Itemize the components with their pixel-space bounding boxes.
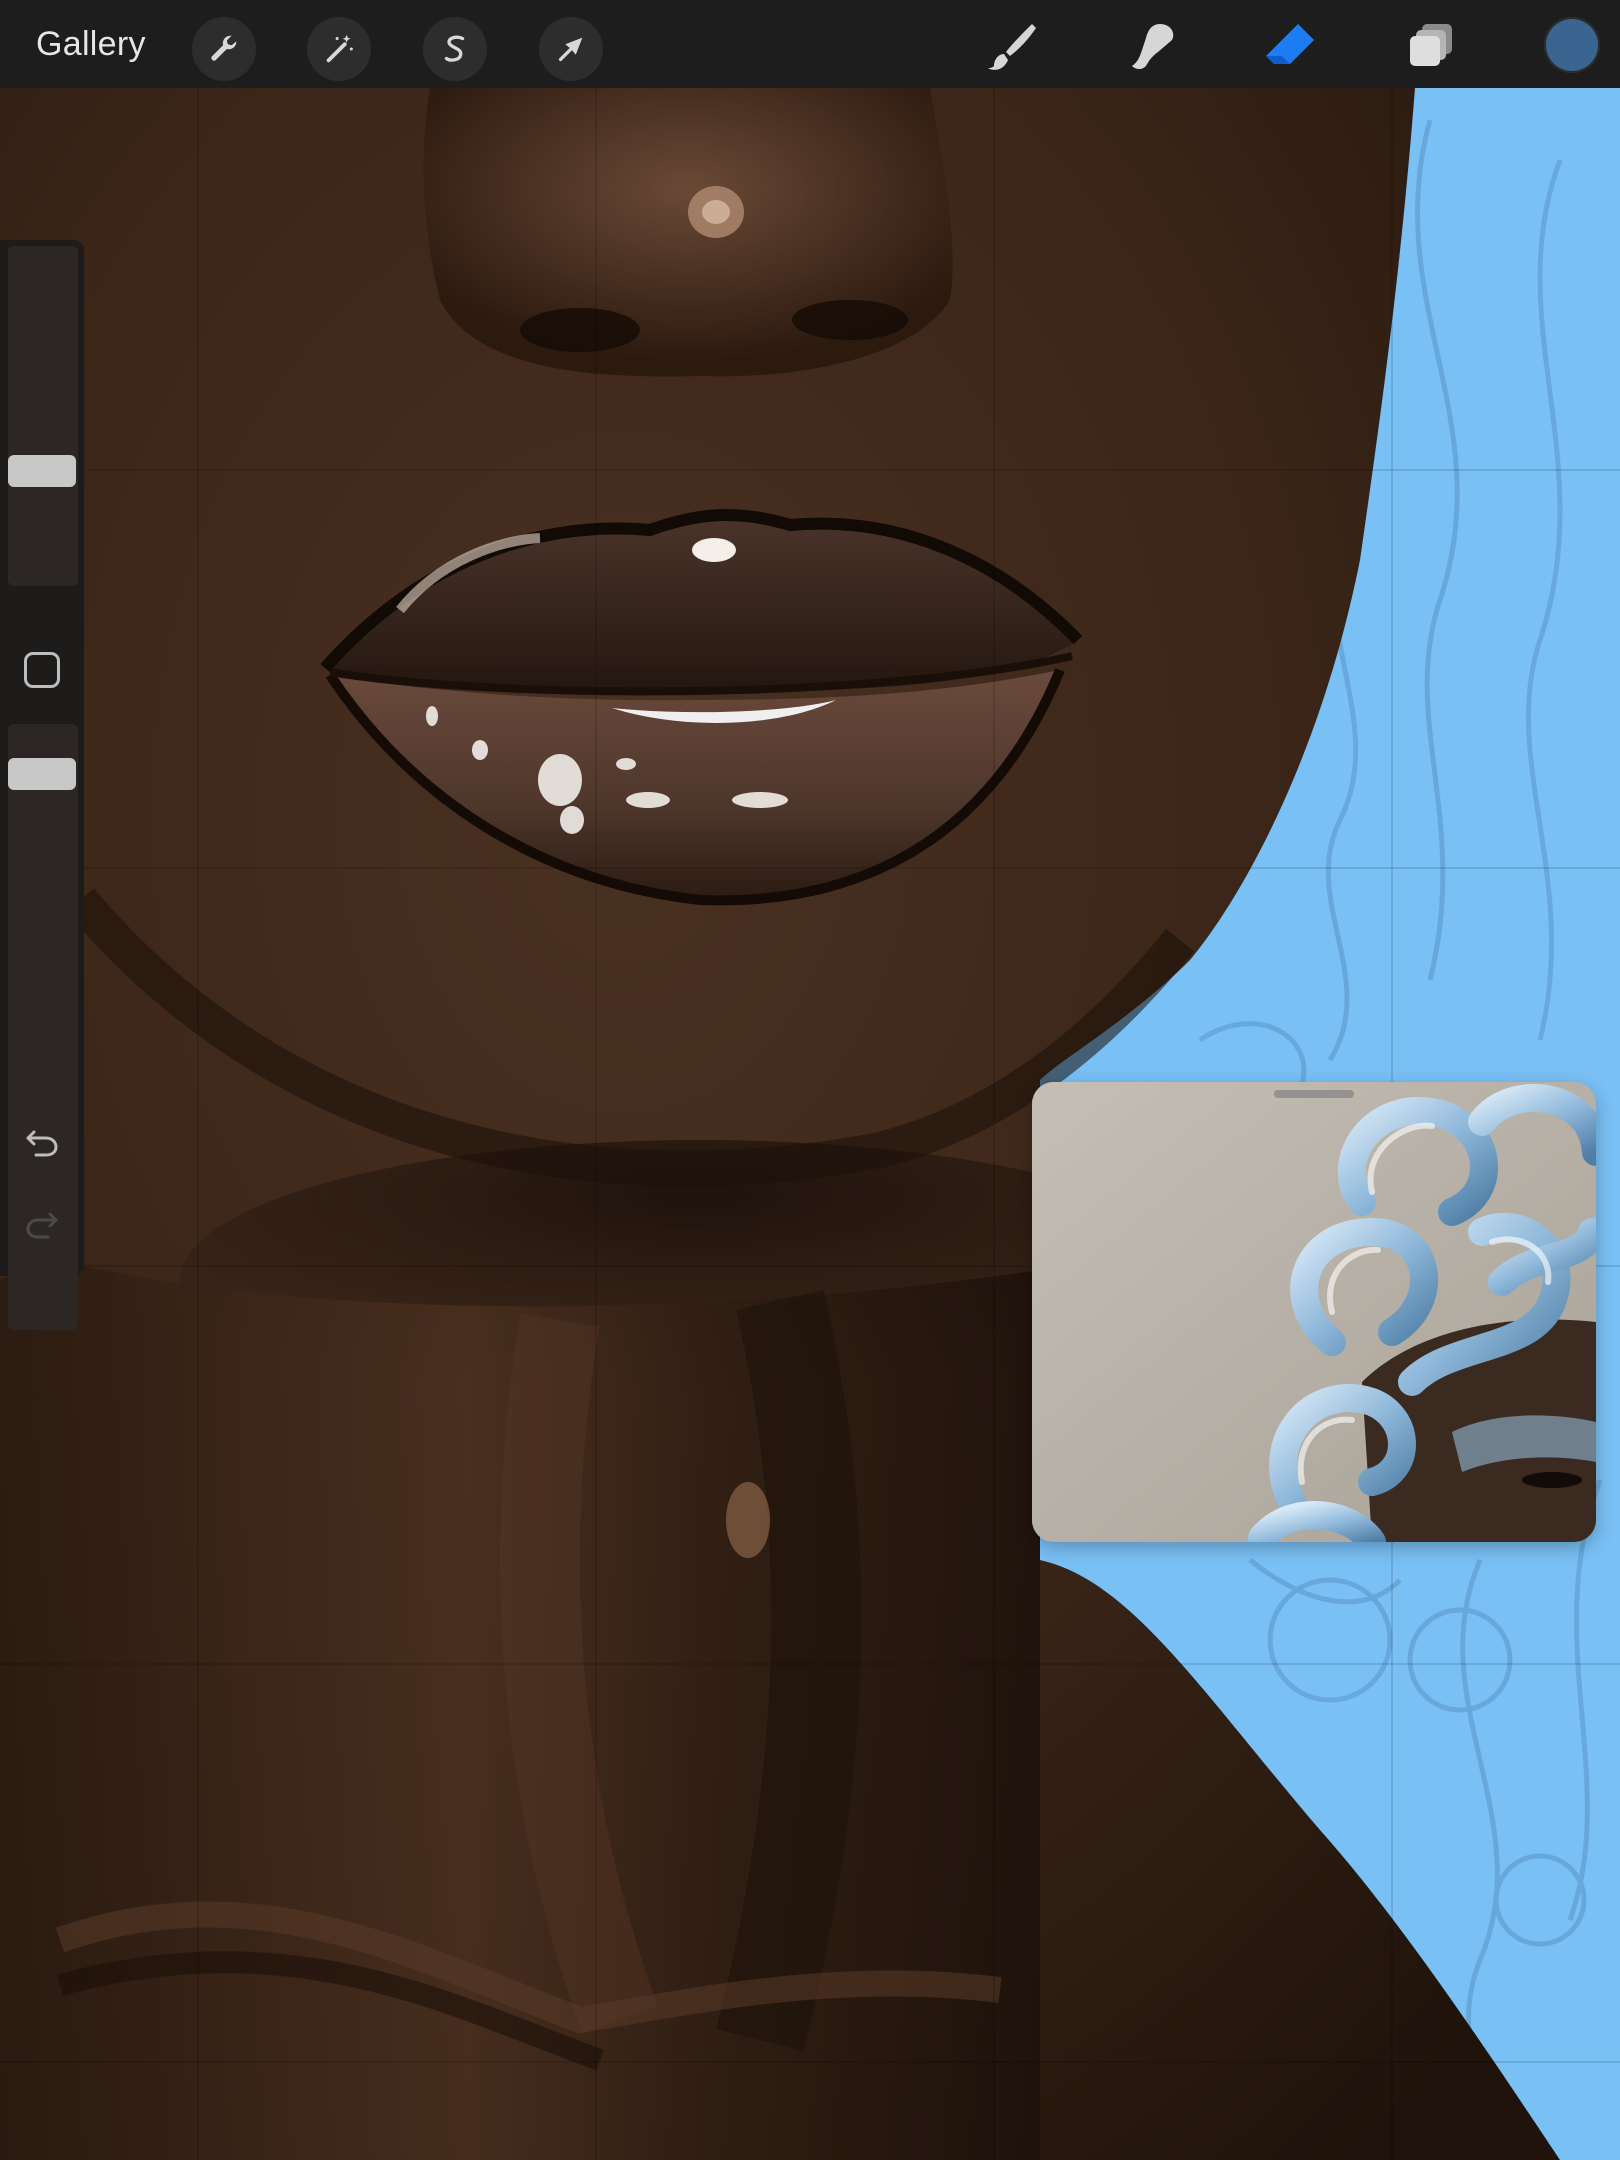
brush-size-slider-thumb[interactable] [8, 455, 76, 488]
reference-window[interactable] [1032, 1082, 1596, 1542]
artwork[interactable] [0, 0, 1620, 2160]
brush-button[interactable] [980, 14, 1044, 78]
layers-button[interactable] [1400, 14, 1464, 78]
gallery-button[interactable]: Gallery [36, 22, 146, 66]
reference-image [1032, 1082, 1596, 1542]
modify-button[interactable] [24, 652, 60, 688]
transform-button[interactable] [539, 17, 603, 81]
eraser-button[interactable] [1258, 14, 1322, 78]
reference-window-handle[interactable] [1274, 1090, 1354, 1098]
undo-icon [26, 1130, 58, 1157]
left-sidebar [0, 240, 84, 1330]
selection-button[interactable] [423, 17, 487, 81]
wrench-icon [211, 35, 237, 61]
selection-s-icon [444, 35, 465, 62]
opacity-slider-thumb[interactable] [8, 758, 76, 791]
color-swatch-button[interactable] [1544, 17, 1600, 73]
redo-icon [26, 1212, 58, 1239]
eraser-icon [1266, 24, 1314, 64]
drawing-canvas[interactable] [0, 0, 1620, 2160]
actions-button[interactable] [192, 17, 256, 81]
brush-icon [988, 24, 1036, 70]
redo-button[interactable] [20, 1202, 64, 1246]
smudge-button[interactable] [1120, 14, 1184, 78]
magic-wand-icon [326, 34, 353, 63]
undo-button[interactable] [20, 1120, 64, 1164]
layers-icon [1410, 24, 1452, 66]
arrow-cursor-icon [558, 37, 583, 62]
top-toolbar: Gallery [0, 0, 1620, 88]
smudge-icon [1132, 24, 1174, 69]
brush-size-slider[interactable] [8, 246, 78, 586]
adjustments-button[interactable] [307, 17, 371, 81]
procreate-app: Gallery [0, 0, 1620, 2160]
